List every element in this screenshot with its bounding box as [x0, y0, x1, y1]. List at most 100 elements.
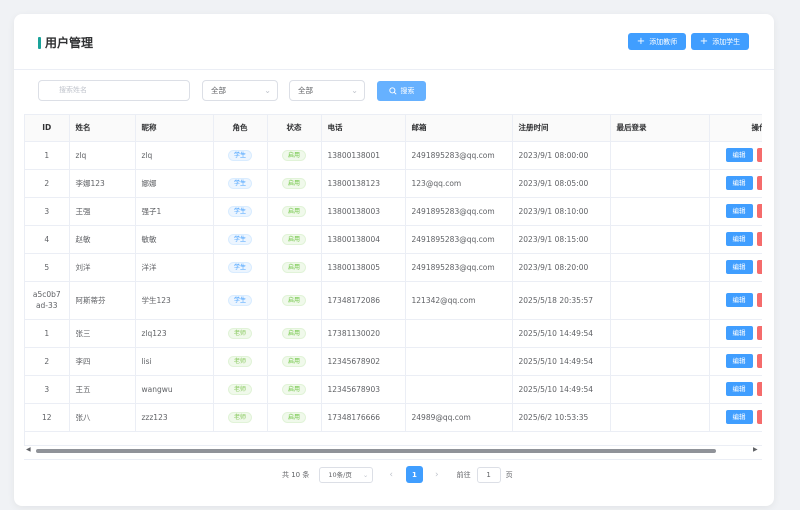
search-icon [388, 87, 397, 95]
scroll-left-icon[interactable]: ◀ [26, 446, 31, 453]
status-tag: 启用 [281, 177, 306, 189]
table-row: 2 李娜123 娜娜 学生 启用 13800138123 123@qq.com 2023/9/… [25, 169, 762, 198]
page-number-current[interactable]: 1 [405, 466, 423, 483]
cell-status: 启用 [267, 197, 322, 226]
cell-last-login [610, 225, 710, 254]
delete-button[interactable]: 删 [756, 293, 762, 307]
cell-id: 5 [25, 253, 70, 282]
cell-role: 学生 [213, 141, 268, 170]
edit-button[interactable]: 编辑 [725, 326, 753, 340]
search-button[interactable]: 搜索 [377, 81, 426, 101]
edit-button[interactable]: 编辑 [725, 204, 753, 218]
column-header-role: 角色 [213, 115, 268, 142]
edit-button[interactable]: 编辑 [725, 293, 753, 307]
cell-name: 李四 [69, 347, 136, 376]
cell-id: 12 [25, 403, 70, 432]
edit-button[interactable]: 编辑 [725, 176, 753, 190]
prev-page-icon[interactable]: ‹ [389, 470, 393, 480]
delete-button[interactable]: 删 [756, 260, 762, 274]
horizontal-scrollbar[interactable]: ◀ ▶ [24, 446, 762, 455]
edit-button[interactable]: 编辑 [725, 148, 753, 162]
delete-button[interactable]: 删 [756, 382, 762, 396]
page-suffix: 页 [505, 470, 513, 479]
column-header-actions: 操作 [709, 115, 762, 142]
user-management-card: 用户管理 + 添加教师 + 添加学生 搜索姓名 全部 ⌄ 全部 ⌄ 搜索 ID … [14, 14, 774, 506]
cell-last-login [610, 197, 710, 226]
cell-name: 张三 [69, 319, 136, 348]
cell-phone: 13800138004 [321, 225, 406, 254]
cell-registered: 2023/9/1 08:15:00 [512, 225, 611, 254]
cell-actions: 编辑删 [709, 403, 762, 432]
delete-button[interactable]: 删 [756, 326, 762, 340]
edit-button[interactable]: 编辑 [725, 410, 753, 424]
cell-role: 老师 [213, 347, 268, 376]
delete-button[interactable]: 删 [756, 354, 762, 368]
page-size-select[interactable]: 10条/页 ⌄ [319, 466, 374, 483]
cell-status: 启用 [267, 375, 322, 404]
cell-nickname: 强子1 [135, 197, 214, 226]
cell-status: 启用 [267, 347, 322, 376]
goto-page-input[interactable]: 1 [476, 466, 501, 483]
edit-button[interactable]: 编辑 [725, 260, 753, 274]
cell-nickname: zlq123 [135, 319, 214, 348]
add-teacher-button[interactable]: + 添加教师 [628, 33, 686, 50]
edit-button[interactable]: 编辑 [725, 232, 753, 246]
cell-nickname: zlq [135, 141, 214, 170]
cell-registered: 2025/5/10 14:49:54 [512, 375, 611, 404]
edit-button[interactable]: 编辑 [725, 382, 753, 396]
plus-icon: + [699, 35, 709, 47]
scrollbar-thumb[interactable] [36, 449, 716, 453]
cell-registered: 2023/9/1 08:05:00 [512, 169, 611, 198]
cell-actions: 编辑删 [709, 197, 762, 226]
cell-status: 启用 [267, 403, 322, 432]
table-row: 1 zlq zlq 学生 启用 13800138001 2491895283@qq.com 2… [25, 141, 762, 170]
delete-button[interactable]: 删 [756, 232, 762, 246]
column-header-nickname: 昵称 [135, 115, 214, 142]
delete-button[interactable]: 删 [756, 410, 762, 424]
cell-phone: 17348172086 [321, 281, 406, 320]
column-header-status: 状态 [267, 115, 322, 142]
cell-name: 赵敏 [69, 225, 136, 254]
status-tag: 启用 [281, 205, 306, 217]
cell-phone: 12345678903 [321, 375, 406, 404]
delete-button[interactable]: 删 [756, 176, 762, 190]
search-button-label: 搜索 [400, 87, 415, 95]
table-row: 3 王强 强子1 学生 启用 13800138003 2491895283@qq.com 20… [25, 197, 762, 226]
cell-status: 启用 [267, 253, 322, 282]
divider [24, 459, 762, 460]
table-header-row: ID 姓名 昵称 角色 状态 电话 邮箱 注册时间 最后登录 操作 [25, 115, 762, 142]
cell-nickname: 娜娜 [135, 169, 214, 198]
role-tag: 老师 [227, 355, 252, 367]
cell-role: 学生 [213, 169, 268, 198]
edit-button[interactable]: 编辑 [725, 354, 753, 368]
cell-nickname: 学生123 [135, 281, 214, 320]
search-name-input[interactable]: 搜索姓名 [38, 80, 190, 101]
goto-label: 前往 [456, 470, 471, 479]
table-body: 1 zlq zlq 学生 启用 13800138001 2491895283@qq.com 2… [25, 141, 762, 432]
cell-last-login [610, 347, 710, 376]
cell-nickname: lisi [135, 347, 214, 376]
cell-status: 启用 [267, 141, 322, 170]
role-tag: 老师 [227, 411, 252, 423]
scroll-right-icon[interactable]: ▶ [753, 446, 758, 453]
column-header-id: ID [25, 115, 70, 142]
cell-email: 121342@qq.com [405, 281, 513, 320]
cell-actions: 编辑删 [709, 225, 762, 254]
delete-button[interactable]: 删 [756, 148, 762, 162]
cell-id: 2 [25, 169, 70, 198]
delete-button[interactable]: 删 [756, 204, 762, 218]
role-select[interactable]: 全部 ⌄ [202, 80, 278, 101]
cell-last-login [610, 319, 710, 348]
cell-registered: 2023/9/1 08:00:00 [512, 141, 611, 170]
add-student-button[interactable]: + 添加学生 [691, 33, 749, 50]
chevron-down-icon: ⌄ [362, 470, 369, 479]
cell-email [405, 375, 513, 404]
column-header-phone: 电话 [321, 115, 406, 142]
cell-role: 老师 [213, 319, 268, 348]
user-table: ID 姓名 昵称 角色 状态 电话 邮箱 注册时间 最后登录 操作 1zlqzl… [24, 114, 762, 446]
next-page-icon[interactable]: › [435, 470, 439, 480]
cell-last-login [610, 403, 710, 432]
cell-id: 3 [25, 375, 70, 404]
status-select[interactable]: 全部 ⌄ [289, 80, 365, 101]
table-row: 2 李四 lisi 老师 启用 12345678902 2025/5/10 14:49:54… [25, 347, 762, 376]
